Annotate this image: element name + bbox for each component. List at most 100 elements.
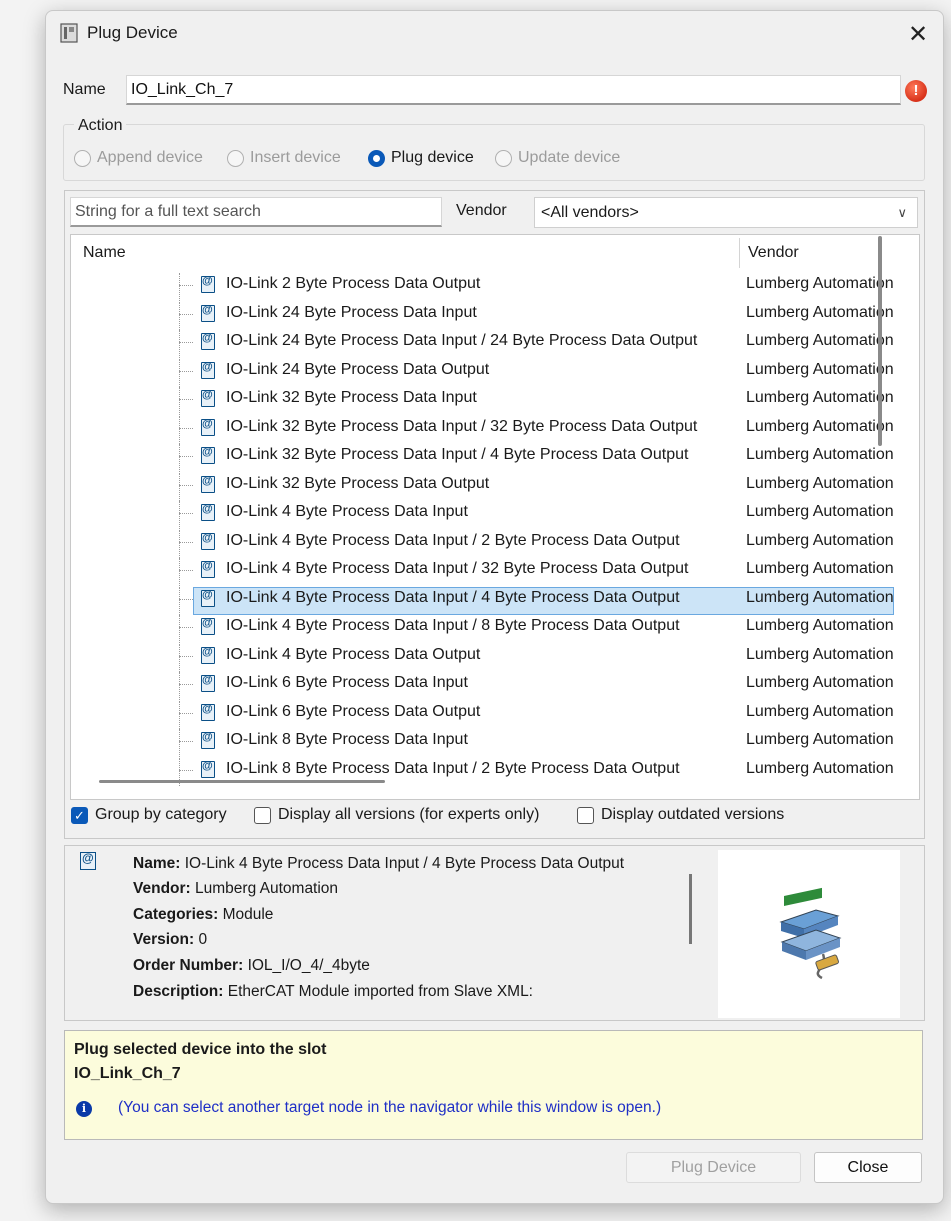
radio-circle <box>368 149 385 167</box>
table-row[interactable]: IO-Link 4 Byte Process Data Output Lumber… <box>71 643 893 672</box>
table-row[interactable]: IO-Link 24 Byte Process Data Input / 24 … <box>71 330 893 358</box>
radio-plug-device[interactable]: Plug device <box>368 149 474 167</box>
detail-order-number: Order Number: IOL_I/O_4/_4byte <box>133 957 370 974</box>
table-row[interactable]: IO-Link 4 Byte Process Data Input / 32 B… <box>71 558 893 586</box>
row-vendor: Lumberg Automation <box>746 446 893 463</box>
close-icon[interactable]: ✕ <box>896 19 940 49</box>
column-separator[interactable] <box>739 238 740 268</box>
radio-circle <box>74 149 91 167</box>
row-vendor: Lumberg Automation <box>746 474 893 492</box>
vertical-scrollbar[interactable] <box>878 236 882 446</box>
row-name: IO-Link 32 Byte Process Data Input / 4 B… <box>226 446 689 463</box>
table-row[interactable]: IO-Link 32 Byte Process Data Input / 32 … <box>71 415 893 444</box>
tree-line <box>179 643 180 672</box>
row-vendor: Lumberg Automation <box>746 417 893 435</box>
chevron-down-icon: ∨ <box>897 205 907 220</box>
module-icon <box>201 332 215 350</box>
row-vendor: Lumberg Automation <box>746 503 893 520</box>
row-name: IO-Link 32 Byte Process Data Input <box>226 389 477 406</box>
tree-line <box>179 558 180 586</box>
table-row[interactable]: IO-Link 32 Byte Process Data Output Lumbe… <box>71 472 893 501</box>
tree-line <box>179 586 180 615</box>
network-device-icon <box>779 887 842 980</box>
row-vendor: Lumberg Automation <box>746 731 893 748</box>
tree-line <box>179 729 180 757</box>
tree-connector <box>179 313 193 315</box>
info-target-slot: IO_Link_Ch_7 <box>74 1065 181 1082</box>
tree-line <box>179 501 180 529</box>
column-header-vendor[interactable]: Vendor <box>748 235 799 271</box>
module-icon <box>201 475 215 493</box>
table-row[interactable]: IO-Link 4 Byte Process Data Input / 4 By… <box>71 586 894 615</box>
row-vendor: Lumberg Automation <box>746 275 893 292</box>
module-icon <box>201 560 215 578</box>
row-vendor: Lumberg Automation <box>746 759 893 777</box>
row-name: IO-Link 24 Byte Process Data Input <box>226 303 477 321</box>
search-input[interactable] <box>70 197 442 227</box>
checkbox-display-outdated[interactable]: Display outdated versions <box>577 806 784 824</box>
checkbox-display-all-versions[interactable]: Display all versions (for experts only) <box>254 806 539 824</box>
table-row[interactable]: IO-Link 6 Byte Process Data Input Lumberg… <box>71 672 893 700</box>
detail-name: Name: IO-Link 4 Byte Process Data Input … <box>133 855 625 872</box>
table-row[interactable]: IO-Link 32 Byte Process Data Input Lumber… <box>71 387 893 415</box>
row-name: IO-Link 2 Byte Process Data Output <box>226 275 481 292</box>
vendor-label: Vendor <box>456 202 507 219</box>
table-row[interactable]: IO-Link 2 Byte Process Data Output Lumber… <box>71 273 893 301</box>
info-heading: Plug selected device into the slot <box>74 1041 327 1058</box>
tree-line <box>179 330 180 358</box>
table-row[interactable]: IO-Link 6 Byte Process Data Output Lumber… <box>71 700 893 729</box>
radio-insert-device[interactable]: Insert device <box>227 149 341 167</box>
tree-line <box>179 472 180 501</box>
plug-device-dialog: Plug Device ✕ Name ! Action Append devic… <box>45 10 944 1204</box>
module-icon <box>201 703 215 721</box>
module-icon <box>201 760 215 778</box>
table-row[interactable]: IO-Link 4 Byte Process Data Input Lumberg… <box>71 501 893 529</box>
tree-connector <box>179 399 193 400</box>
tree-connector <box>179 342 193 343</box>
table-row[interactable]: IO-Link 24 Byte Process Data Output Lumbe… <box>71 358 893 387</box>
row-name: IO-Link 32 Byte Process Data Output <box>226 474 490 492</box>
name-input[interactable] <box>126 75 901 105</box>
tree-connector <box>179 627 193 628</box>
details-scrollbar[interactable] <box>689 874 692 944</box>
module-icon <box>201 304 215 322</box>
title-bar[interactable]: Plug Device ✕ <box>46 11 943 57</box>
module-icon <box>201 532 215 550</box>
horizontal-scrollbar[interactable] <box>99 780 385 783</box>
radio-append-device[interactable]: Append device <box>74 149 203 167</box>
detail-vendor: Vendor: Lumberg Automation <box>133 880 339 897</box>
module-icon <box>201 589 215 607</box>
radio-update-device[interactable]: Update device <box>495 149 620 167</box>
close-button[interactable]: Close <box>814 1152 922 1183</box>
row-vendor: Lumberg Automation <box>746 674 893 691</box>
table-row[interactable]: IO-Link 24 Byte Process Data Input Lumber… <box>71 301 893 330</box>
plug-device-button[interactable]: Plug Device <box>626 1152 801 1183</box>
checkmark-icon: ✓ <box>71 806 88 824</box>
row-name: IO-Link 8 Byte Process Data Input / 2 By… <box>226 759 680 777</box>
device-tree-list[interactable]: Name Vendor IO-Link 2 Byte Process Data … <box>70 234 920 800</box>
tree-line <box>179 700 180 729</box>
row-vendor: Lumberg Automation <box>746 645 893 663</box>
name-label: Name <box>63 81 106 98</box>
detail-categories: Categories: Module <box>133 906 274 923</box>
column-header-name[interactable]: Name <box>83 235 126 271</box>
row-vendor: Lumberg Automation <box>746 560 893 577</box>
detail-version: Version: 0 <box>133 931 208 948</box>
vendor-select[interactable]: <All vendors> ∨ <box>534 197 918 228</box>
tree-line <box>179 387 180 415</box>
row-vendor: Lumberg Automation <box>746 360 893 378</box>
row-name: IO-Link 24 Byte Process Data Output <box>226 360 490 378</box>
detail-description: Description: EtherCAT Module imported fr… <box>133 983 533 1000</box>
table-row[interactable]: IO-Link 4 Byte Process Data Input / 2 By… <box>71 529 893 558</box>
tree-connector <box>179 456 193 457</box>
table-row[interactable]: IO-Link 8 Byte Process Data Input Lumberg… <box>71 729 893 757</box>
table-row[interactable]: IO-Link 4 Byte Process Data Input / 8 By… <box>71 615 893 643</box>
radio-circle <box>227 149 244 167</box>
module-icon <box>201 275 215 293</box>
row-name: IO-Link 4 Byte Process Data Input <box>226 503 468 520</box>
checkbox-group-by-category[interactable]: ✓ Group by category <box>71 806 227 824</box>
table-row[interactable]: IO-Link 32 Byte Process Data Input / 4 B… <box>71 444 893 472</box>
device-module-icon <box>80 851 96 870</box>
row-vendor: Lumberg Automation <box>746 332 893 349</box>
module-icon <box>201 361 215 379</box>
